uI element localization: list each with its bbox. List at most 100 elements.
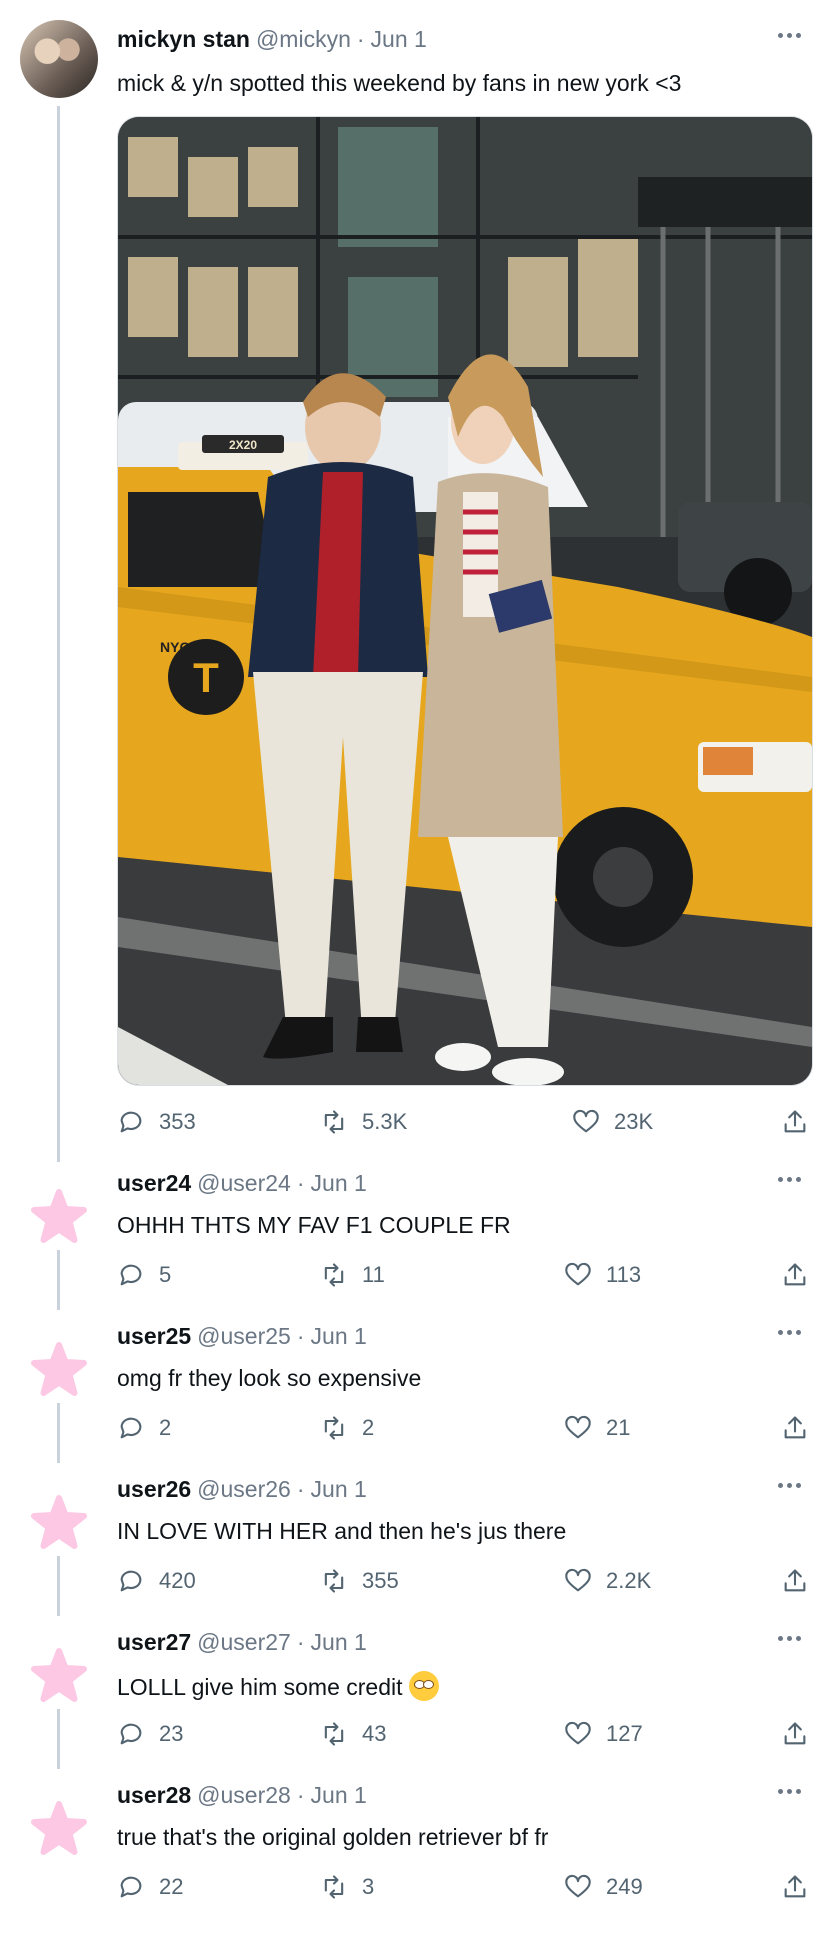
share-button[interactable] [781,1105,809,1139]
thread-line [57,1250,60,1310]
reply-button[interactable]: 23 [117,1717,183,1751]
tweet-actions: 5 11 113 [117,1258,811,1292]
retweet-button[interactable]: 355 [320,1564,399,1598]
author-name[interactable]: user26 [117,1476,191,1502]
reply-button[interactable]: 2 [117,1411,171,1445]
retweet-icon [324,1569,344,1593]
like-button[interactable]: 127 [564,1717,643,1751]
tweet-photo[interactable]: 2X20 NYC T [117,116,813,1086]
more-options-icon[interactable] [778,1174,804,1184]
more-options-icon[interactable] [778,1633,804,1643]
retweet-button[interactable]: 11 [320,1258,385,1292]
share-button[interactable] [781,1258,809,1292]
star-avatar-icon[interactable] [29,1494,89,1554]
like-count: 2.2K [606,1568,652,1593]
author-handle[interactable]: @user28 [197,1782,291,1808]
tweet-text: OHHH THTS MY FAV F1 COUPLE FR [117,1212,511,1239]
like-count: 21 [606,1415,631,1440]
more-options-icon[interactable] [778,1786,804,1796]
heart-icon [565,1262,591,1286]
heart-icon [565,1415,591,1439]
taxi-roof-sign: 2X20 [229,438,257,452]
author-name[interactable]: user28 [117,1782,191,1808]
star-avatar-icon[interactable] [29,1341,89,1401]
reply-icon [120,1111,142,1133]
street-photo-image: 2X20 NYC T [118,117,812,1085]
retweet-count: 2 [362,1415,375,1440]
share-icon [784,1416,806,1439]
reply-button[interactable]: 22 [117,1870,183,1904]
reply-count: 353 [159,1109,196,1134]
tweet-header: user26 @user26 · Jun 1 [117,1476,367,1503]
share-icon [784,1722,806,1745]
author-handle[interactable]: @user25 [197,1323,291,1349]
separator-dot: · [356,26,365,52]
tweet-date[interactable]: Jun 1 [311,1323,367,1349]
reply-icon [120,1264,142,1286]
more-options-icon[interactable] [778,1480,804,1490]
tweet-date[interactable]: Jun 1 [311,1629,367,1655]
tweet-actions: 353 5.3K 23K [117,1105,811,1139]
reply-tweet[interactable]: user28 @user28 · Jun 1 true that's the origi… [0,1782,834,1935]
share-button[interactable] [781,1870,809,1904]
like-button[interactable]: 2.2K [564,1564,651,1598]
star-avatar-icon[interactable] [29,1647,89,1707]
heart-icon [565,1568,591,1592]
retweet-button[interactable]: 3 [320,1870,374,1904]
reply-tweet[interactable]: user25 @user25 · Jun 1 omg fr they look so e… [0,1323,834,1476]
like-button[interactable]: 23K [572,1105,653,1139]
author-handle[interactable]: @mickyn [256,26,351,52]
tweet-actions: 2 2 21 [117,1411,811,1445]
author-name[interactable]: user27 [117,1629,191,1655]
retweet-button[interactable]: 5.3K [320,1105,407,1139]
reply-tweet[interactable]: user27 @user27 · Jun 1 LOLLL give him some c… [0,1629,834,1782]
like-count: 23K [614,1109,654,1134]
retweet-count: 43 [362,1721,387,1746]
author-name[interactable]: user25 [117,1323,191,1349]
like-count: 249 [606,1874,643,1899]
author-handle[interactable]: @user27 [197,1629,291,1655]
reply-button[interactable]: 5 [117,1258,171,1292]
tweet-actions: 23 43 127 [117,1717,811,1751]
like-button[interactable]: 21 [564,1411,630,1445]
more-options-icon[interactable] [778,1327,804,1337]
tweet-text: IN LOVE WITH HER and then he's jus there [117,1518,566,1545]
like-button[interactable]: 249 [564,1870,643,1904]
avatar[interactable] [20,20,98,98]
reply-icon [120,1723,142,1745]
tweet-text-content: OHHH THTS MY FAV F1 COUPLE FR [117,1212,511,1238]
tweet-text: mick & y/n spotted this weekend by fans … [117,70,682,96]
author-handle[interactable]: @user26 [197,1476,291,1502]
tweet-date[interactable]: Jun 1 [311,1782,367,1808]
reply-count: 5 [159,1262,172,1287]
share-icon [784,1875,806,1898]
separator-dot: · [296,1170,305,1196]
retweet-icon [324,1263,344,1287]
share-icon [784,1569,806,1592]
reply-tweet[interactable]: user24 @user24 · Jun 1 OHHH THTS MY FAV F1 C… [0,1170,834,1323]
star-avatar-icon[interactable] [29,1188,89,1248]
tweet-date[interactable]: Jun 1 [371,26,427,52]
share-button[interactable] [781,1564,809,1598]
tweet-date[interactable]: Jun 1 [311,1170,367,1196]
separator-dot: · [296,1629,305,1655]
main-tweet[interactable]: mickyn stan @mickyn · Jun 1 mick & y/n spot… [0,0,834,1170]
star-avatar-icon[interactable] [29,1800,89,1860]
reply-tweet[interactable]: user26 @user26 · Jun 1 IN LOVE WITH HER and … [0,1476,834,1629]
share-button[interactable] [781,1717,809,1751]
author-handle[interactable]: @user24 [197,1170,291,1196]
reply-button[interactable]: 420 [117,1564,196,1598]
author-name[interactable]: mickyn stan [117,26,250,52]
tweet-date[interactable]: Jun 1 [311,1476,367,1502]
author-name[interactable]: user24 [117,1170,191,1196]
thread-line [57,106,60,1162]
tweet-text-content: true that's the original golden retrieve… [117,1824,549,1850]
tweet-actions: 420 355 2.2K [117,1564,811,1598]
share-button[interactable] [781,1411,809,1445]
retweet-button[interactable]: 43 [320,1717,386,1751]
more-options-icon[interactable] [778,30,804,40]
retweet-button[interactable]: 2 [320,1411,374,1445]
like-button[interactable]: 113 [564,1258,641,1292]
reply-button[interactable]: 353 [117,1105,196,1139]
thread-line [57,1709,60,1769]
